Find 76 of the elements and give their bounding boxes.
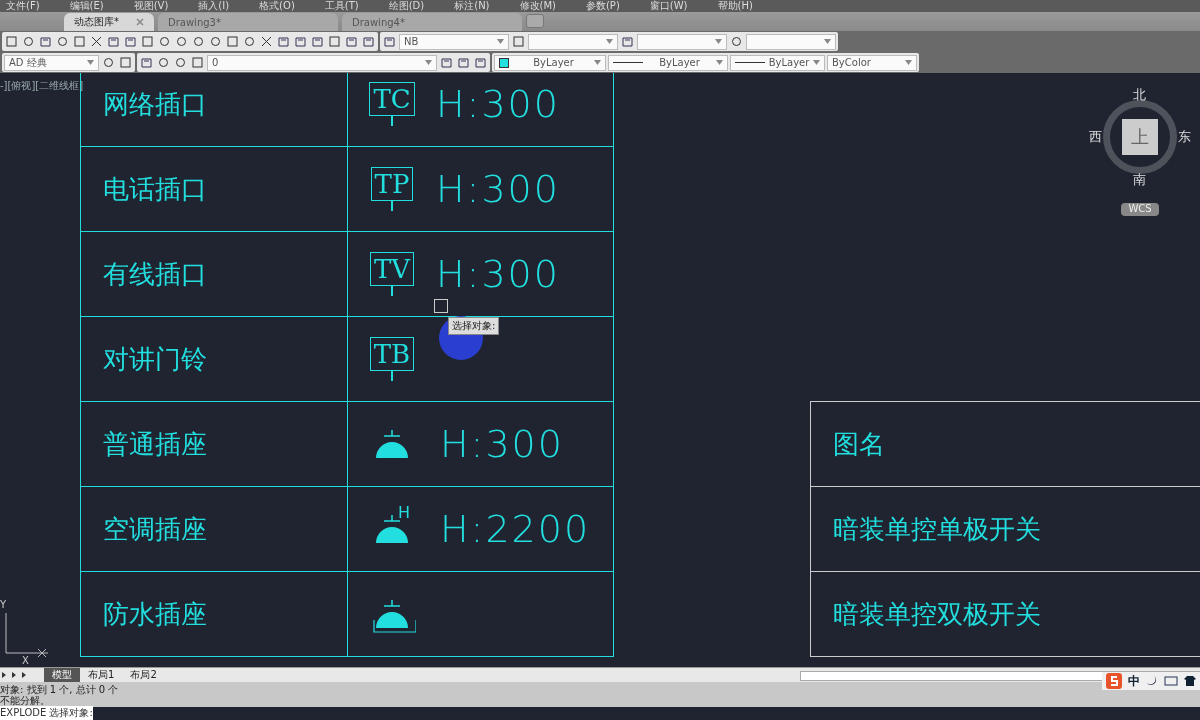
legend-label: 网络插口 [102, 87, 208, 121]
toolbar-icon[interactable] [21, 34, 36, 49]
menu-item[interactable]: 绘图(D) [388, 0, 425, 12]
linetype-dropdown[interactable]: ByLayer [608, 54, 728, 71]
height-text: H:300 [436, 167, 560, 211]
dimension-style-dropdown[interactable] [528, 33, 618, 50]
menu-item[interactable]: 编辑(E) [69, 0, 104, 12]
file-tab[interactable]: 动态图库* [64, 13, 154, 31]
compass-direction[interactable]: 东 [1178, 129, 1191, 144]
new-tab-button[interactable] [526, 14, 544, 28]
caret-icon [905, 60, 912, 65]
command-history-line: 不能分解。 [0, 695, 50, 706]
menu-item[interactable]: 窗口(W) [649, 0, 688, 12]
compass-direction[interactable]: 南 [1133, 172, 1146, 187]
legend-label: 防水插座 [102, 597, 208, 631]
plot-style-dropdown[interactable]: ByColor [827, 54, 917, 71]
axis-label: Y [0, 599, 7, 610]
command-history-line: 对象: 找到 1 个, 总计 0 个 [0, 684, 119, 695]
toolbar-icon[interactable] [89, 34, 104, 49]
toolbar-icon[interactable] [191, 34, 206, 49]
ime-logo-icon [1106, 673, 1122, 689]
shirt-icon[interactable] [1184, 675, 1196, 687]
caret-icon [813, 60, 820, 65]
layer-dropdown[interactable]: 0 [207, 54, 437, 71]
legend-label: 普通插座 [102, 427, 208, 461]
caret-icon [715, 39, 722, 44]
command-input-field[interactable]: EXPLODE 选择对象: [0, 706, 93, 720]
color-dropdown[interactable]: ByLayer [494, 54, 606, 71]
menu-item[interactable]: 工具(T) [324, 0, 359, 12]
caret-icon [87, 60, 94, 65]
pickbox-cursor [434, 299, 448, 313]
toolbar-icon[interactable] [157, 34, 172, 49]
height-text: H:300 [436, 82, 560, 126]
multileader-style-dropdown[interactable] [746, 33, 836, 50]
caret-icon [716, 60, 723, 65]
caret-icon [497, 39, 504, 44]
toolbar-icon[interactable] [259, 34, 274, 49]
legend-label: 有线插口 [102, 257, 208, 291]
ime-mode-text[interactable]: 中 [1128, 672, 1140, 690]
viewcube-face[interactable]: 上 [1122, 119, 1158, 155]
height-text: H:300 [440, 422, 564, 466]
compass-direction[interactable]: 西 [1089, 129, 1102, 144]
height-text: H:2200 [440, 507, 591, 551]
text-style-dropdown[interactable]: NB [399, 33, 509, 50]
toolbar-icon[interactable] [242, 34, 257, 49]
menu-item[interactable]: 标注(N) [454, 0, 490, 12]
title-text: 图名 [833, 427, 885, 461]
moon-icon[interactable] [1146, 675, 1158, 687]
lineweight-dropdown[interactable]: ByLayer [730, 54, 825, 71]
menu-item[interactable]: 文件(F) [6, 0, 40, 12]
toolbar-icon[interactable] [208, 34, 223, 49]
legend-label: 电话插口 [102, 172, 208, 206]
menu-item[interactable]: 插入(I) [198, 0, 230, 12]
axis-label: X [22, 655, 29, 666]
menu-item[interactable]: 视图(V) [133, 0, 169, 12]
close-icon[interactable] [136, 18, 144, 26]
menu-item[interactable]: 格式(O) [259, 0, 295, 12]
toolbar-icon[interactable] [174, 34, 189, 49]
layout-tab[interactable]: 模型 [44, 668, 80, 682]
compass-direction[interactable]: 北 [1133, 87, 1146, 102]
legend-label: 对讲门铃 [102, 342, 208, 376]
legend-label: 空调插座 [102, 512, 208, 546]
tooltip: 选择对象: [448, 317, 500, 335]
menu-item[interactable]: 帮助(H) [717, 0, 753, 12]
workspace-dropdown[interactable]: AD 经典 [4, 54, 99, 71]
caret-icon [425, 60, 432, 65]
menu-item[interactable]: 修改(M) [519, 0, 556, 12]
title-text: 暗装单控单极开关 [833, 512, 1041, 546]
menu-item[interactable]: 参数(P) [585, 0, 620, 12]
caret-icon [824, 39, 831, 44]
height-text: H:300 [436, 252, 560, 296]
toolbar-icon[interactable] [55, 34, 70, 49]
caret-icon [594, 60, 601, 65]
caret-icon [606, 39, 613, 44]
title-text: 暗装单控双极开关 [833, 597, 1041, 631]
ime-toolbar[interactable]: 中 [1102, 672, 1200, 690]
